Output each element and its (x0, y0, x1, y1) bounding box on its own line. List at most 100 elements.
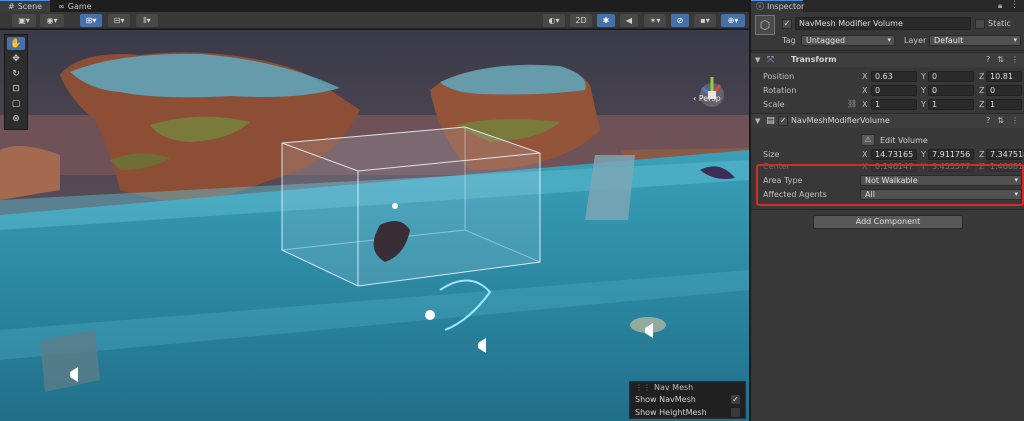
component-menu-icon[interactable]: ⋮ (1011, 116, 1019, 125)
axis-z-label: Z (979, 150, 985, 159)
layer-label: Layer (904, 36, 927, 45)
size-y-field[interactable]: 7.911756 (928, 149, 974, 160)
axis-x-label: X (862, 72, 868, 81)
tag-label: Tag (782, 36, 796, 45)
position-z-field[interactable]: 10.81 (986, 71, 1022, 82)
transform-header[interactable]: ▼ ⤧ Transform ? ⇅ ⋮ (751, 52, 1024, 67)
axis-y-label: Y (921, 150, 926, 159)
layer-dropdown[interactable]: Default ▾ (929, 35, 1021, 46)
2d-toggle-button[interactable]: 2D (570, 14, 592, 27)
add-component-button[interactable]: Add Component (813, 215, 963, 229)
position-label: Position (763, 72, 795, 81)
axis-y-label: Y (921, 86, 926, 95)
tab-game[interactable]: ∞ Game (50, 0, 100, 12)
scale-tool-icon[interactable]: ⊡ (7, 82, 25, 95)
static-checkbox[interactable] (975, 19, 985, 29)
shading-icon: ◐▾ (548, 16, 560, 25)
show-navmesh-checkbox[interactable]: ✓ (731, 395, 740, 404)
position-x-field[interactable]: 0.63 (871, 71, 917, 82)
help-icon[interactable]: ? (986, 116, 990, 125)
object-name-input[interactable] (795, 17, 971, 30)
navmesh-modifier-volume-header[interactable]: ▼ ▤ ✓ NavMeshModifierVolume ? ⇅ ⋮ (751, 113, 1024, 128)
grip-icon: ⋮⋮ (635, 383, 651, 392)
snap-icon: ⊟▾ (113, 16, 125, 25)
draw-mode-icon: ▣▾ (18, 16, 30, 25)
axis-z-label: Z (979, 86, 985, 95)
rotation-y-field[interactable]: 0 (928, 85, 974, 96)
active-checkbox[interactable]: ✓ (782, 19, 792, 29)
size-label: Size (763, 150, 780, 159)
axis-x-label: X (862, 86, 868, 95)
grid-snap-toggle[interactable]: ⊞▾ (80, 14, 102, 27)
grid-snap-icon: ⊞▾ (85, 16, 97, 25)
speaker-icon: ◀ (625, 16, 633, 25)
size-x-field[interactable]: 14.73165 (871, 149, 917, 160)
lighting-toggle[interactable]: ✱ (597, 14, 615, 27)
tab-inspector[interactable]: ⓘ Inspector (751, 0, 804, 12)
axis-z-label: Z (979, 100, 985, 109)
dropdown-arrow-icon: ▾ (887, 36, 891, 44)
edit-volume-label: Edit Volume (880, 136, 928, 145)
presets-icon[interactable]: ⇅ (997, 116, 1004, 125)
axis-x-label: X (862, 150, 868, 159)
show-navmesh-row[interactable]: Show NavMesh ✓ (630, 393, 745, 406)
cube-icon: ⬡ (755, 15, 775, 35)
hand-tool-icon[interactable]: ✋ (7, 37, 25, 50)
fold-arrow-icon[interactable]: ▼ (755, 117, 760, 125)
scale-y-field[interactable]: 1 (928, 99, 974, 110)
lock-icon[interactable]: 🔒︎ (998, 1, 1002, 11)
transform-icon: ⤧ (766, 55, 775, 65)
position-y-field[interactable]: 0 (928, 71, 974, 82)
camera-icon: ▪▾ (700, 16, 710, 25)
link-icon[interactable]: ⛓︎ (847, 99, 857, 108)
navmesh-overlay: ⋮⋮ Nav Mesh Show NavMesh ✓ Show HeightMesh (629, 381, 746, 419)
scale-label: Scale (763, 100, 785, 109)
divider (751, 50, 1024, 51)
show-heightmesh-checkbox[interactable] (731, 408, 740, 417)
shading-dropdown[interactable]: ◐▾ (543, 14, 565, 27)
scale-x-field[interactable]: 1 (871, 99, 917, 110)
render-mode-dropdown[interactable]: ◉▾ (40, 14, 64, 27)
transform-tool-icon[interactable]: ⊛ (7, 112, 25, 125)
rect-tool-icon[interactable]: ▢ (7, 97, 25, 110)
size-z-field[interactable]: 7.347518 (986, 149, 1024, 160)
tag-dropdown[interactable]: Untagged ▾ (801, 35, 895, 46)
align-icon: ⫴▾ (143, 15, 151, 25)
component-enabled-checkbox[interactable]: ✓ (778, 116, 788, 126)
rotate-tool-icon[interactable]: ↻ (7, 67, 25, 80)
align-dropdown[interactable]: ⫴▾ (136, 14, 158, 27)
tab-scene[interactable]: # Scene (0, 0, 51, 12)
rotation-x-field[interactable]: 0 (871, 85, 917, 96)
presets-icon[interactable]: ⇅ (997, 55, 1004, 64)
hidden-objects-toggle[interactable]: ⊘ (671, 14, 689, 27)
effects-dropdown[interactable]: ✶▾ (644, 14, 666, 27)
lightbulb-icon: ✱ (602, 16, 610, 25)
tool-palette: ✋ ✥ ↻ ⊡ ▢ ⊛ (4, 34, 28, 130)
script-icon: ▤ (766, 116, 775, 126)
rotation-z-field[interactable]: 0 (986, 85, 1022, 96)
axis-x-label: X (862, 100, 868, 109)
globe-icon: ◉▾ (46, 16, 58, 25)
audio-toggle[interactable]: ◀ (620, 14, 638, 27)
fold-arrow-icon[interactable]: ▼ (755, 56, 760, 64)
gizmos-icon: ⊕▾ (727, 16, 739, 25)
gizmos-dropdown[interactable]: ⊕▾ (721, 14, 745, 27)
highlight-box (756, 164, 1024, 206)
axis-z-label: Z (979, 72, 985, 81)
camera-dropdown[interactable]: ▪▾ (694, 14, 716, 27)
projection-label[interactable]: ‹ Persp (693, 94, 721, 103)
move-tool-icon[interactable]: ✥ (7, 52, 25, 65)
grid-icon: # (8, 2, 15, 11)
component-menu-icon[interactable]: ⋮ (1011, 55, 1019, 64)
show-heightmesh-row[interactable]: Show HeightMesh (630, 406, 745, 419)
scale-z-field[interactable]: 1 (986, 99, 1022, 110)
axis-y-label: Y (921, 72, 926, 81)
scene-viewport[interactable] (0, 30, 749, 421)
draw-mode-dropdown[interactable]: ▣▾ (12, 14, 36, 27)
kebab-menu-icon[interactable]: ⋮ (1010, 0, 1019, 10)
rotation-label: Rotation (763, 86, 797, 95)
effects-icon: ✶▾ (649, 16, 661, 25)
edit-volume-button[interactable]: ⚠ (861, 134, 875, 146)
help-icon[interactable]: ? (986, 55, 990, 64)
snap-increment-dropdown[interactable]: ⊟▾ (108, 14, 130, 27)
